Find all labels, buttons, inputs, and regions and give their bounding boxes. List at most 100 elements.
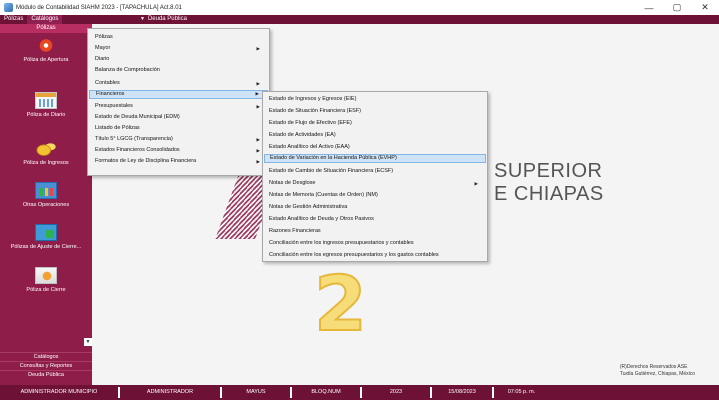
submenu-arrow-icon: ▶ bbox=[256, 81, 260, 86]
menu-item-label: Estado Analítico de Deuda y Otros Pasivo… bbox=[269, 216, 374, 222]
menu-catalogos[interactable]: Catálogos bbox=[27, 15, 63, 24]
menu-item[interactable]: Mayor ▶ bbox=[89, 44, 268, 53]
status-time: 07:05 p. m. bbox=[507, 389, 536, 395]
menu-item[interactable]: Formatos de Ley de Disciplina Financiera… bbox=[89, 157, 268, 166]
menu-item-label: Conciliación entre los egresos presupues… bbox=[269, 252, 439, 258]
menu-item[interactable]: Pólizas bbox=[89, 33, 268, 42]
menu-item[interactable]: Estado de Cambio de Situación Financiera… bbox=[264, 167, 486, 176]
sidebar-item-otras-operaciones[interactable]: Otras Operaciones bbox=[0, 179, 92, 223]
adjust-icon bbox=[35, 224, 57, 241]
sidebar-footer-consultas[interactable]: Consultas y Reportes bbox=[0, 361, 92, 370]
menu-item[interactable]: Estado de Deuda Municipal (EDM) bbox=[89, 113, 268, 122]
menu-deuda-publica-label: Deuda Pública bbox=[147, 16, 187, 22]
scroll-down-button[interactable]: ▼ bbox=[84, 338, 92, 346]
sidebar-item-ingresos[interactable]: Póliza de Ingresos bbox=[0, 137, 92, 181]
menu-item[interactable]: Estado Analítico de Deuda y Otros Pasivo… bbox=[264, 215, 486, 224]
status-numlock: BLOQ.NUM bbox=[311, 389, 341, 395]
menu-item-label: Estado de Cambio de Situación Financiera… bbox=[269, 168, 394, 174]
title-bar: Módulo de Contabilidad SIAHM 2023 - [TAP… bbox=[0, 0, 719, 15]
status-caps: MAYUS bbox=[246, 389, 266, 395]
menu-item-label: Mayor bbox=[95, 45, 111, 51]
menu-item-label: Notas de Gestión Administrativa bbox=[269, 204, 348, 210]
sidebar-item-label: Póliza de Cierre bbox=[26, 287, 66, 293]
menu-item-label: Conciliación entre los ingresos presupue… bbox=[269, 240, 414, 246]
menu-item[interactable]: Estados Financieros Consolidados ▶ bbox=[89, 146, 268, 155]
sidebar-item-cierre[interactable]: Póliza de Cierre bbox=[0, 264, 92, 308]
submenu-arrow-icon: ▶ bbox=[256, 159, 260, 164]
sidebar-item-diario[interactable]: Póliza de Diario bbox=[0, 89, 92, 133]
menu-bar: Pólizas Catálogos ▼ Deuda Pública bbox=[0, 15, 719, 24]
minimize-button[interactable]: — bbox=[635, 0, 663, 15]
menu-item-financieros[interactable]: Financieros ▶ bbox=[89, 90, 268, 99]
status-user: ADMINISTRADOR bbox=[146, 389, 194, 395]
window-controls: — ▢ ✕ bbox=[635, 0, 719, 15]
sidebar-item-label: Póliza de Ingresos bbox=[23, 160, 69, 166]
menu-item-label: Balanza de Comprobación bbox=[95, 67, 160, 73]
menu-item-label: Estado de Flujo de Efectivo (EFE) bbox=[269, 120, 352, 126]
submenu-arrow-icon: ▶ bbox=[474, 181, 478, 186]
chart-icon bbox=[35, 182, 57, 199]
menu-item[interactable]: Conciliación entre los egresos presupues… bbox=[264, 251, 486, 260]
submenu-arrow-icon: ▶ bbox=[256, 104, 260, 109]
menu-item-label: Estados Financieros Consolidados bbox=[95, 147, 180, 153]
menu-item[interactable]: Estado de Situación Financiera (ESF) bbox=[264, 107, 486, 116]
menu-item-label: Estado de Variación en la Hacienda Públi… bbox=[270, 155, 397, 161]
submenu-arrow-icon: ▶ bbox=[256, 46, 260, 51]
close-book-icon bbox=[35, 267, 57, 284]
menu-item[interactable]: Diario bbox=[89, 55, 268, 64]
sidebar-footer-deuda[interactable]: Deuda Pública bbox=[0, 370, 92, 379]
sidebar-item-ajuste-cierre[interactable]: Pólizas de Ajuste de Cierre... bbox=[0, 221, 92, 265]
menu-item[interactable]: Presupuestales ▶ bbox=[89, 102, 268, 111]
menu-item-evhp[interactable]: Estado de Variación en la Hacienda Públi… bbox=[264, 154, 486, 163]
menu-item-label: Financieros bbox=[96, 91, 125, 97]
submenu-arrow-icon: ▶ bbox=[256, 137, 260, 142]
menu-deuda-publica[interactable]: ▼ Deuda Pública bbox=[140, 15, 187, 24]
menu-item[interactable]: Estado de Flujo de Efectivo (EFE) bbox=[264, 119, 486, 128]
sidebar-item-label: Póliza de Apertura bbox=[23, 57, 69, 63]
copyright-line: (R)Derechos Reservados ASE bbox=[619, 364, 688, 370]
coins-icon bbox=[35, 140, 57, 157]
menu-item-label: Contables bbox=[95, 80, 120, 86]
submenu-arrow-icon: ▶ bbox=[255, 91, 259, 96]
menu-item[interactable]: Notas de Gestión Administrativa bbox=[264, 203, 486, 212]
menu-item[interactable]: Estado de Ingresos y Egresos (EIE) bbox=[264, 95, 486, 104]
menu-item-label: Pólizas bbox=[95, 34, 113, 40]
apertura-icon bbox=[35, 37, 57, 54]
sidebar-footer-catalogos[interactable]: Catálogos bbox=[0, 352, 92, 361]
menu-item-label: Diario bbox=[95, 56, 110, 62]
chevron-down-icon: ▼ bbox=[140, 16, 145, 22]
sidebar-item-apertura[interactable]: Póliza de Apertura bbox=[0, 34, 92, 78]
menu-item-label: Notas de Memoria (Cuentas de Orden) (NM) bbox=[269, 192, 378, 198]
menu-item-label: Estado de Deuda Municipal (EDM) bbox=[95, 114, 180, 120]
status-year: 2023 bbox=[389, 389, 403, 395]
menu-item[interactable]: Notas de Memoria (Cuentas de Orden) (NM) bbox=[264, 191, 486, 200]
status-bar: ADMINISTRADOR MUNICIPIO ADMINISTRADOR MA… bbox=[0, 385, 719, 400]
menu-item[interactable]: Conciliación entre los ingresos presupue… bbox=[264, 239, 486, 248]
close-button[interactable]: ✕ bbox=[691, 0, 719, 15]
window-title: Módulo de Contabilidad SIAHM 2023 - [TAP… bbox=[16, 4, 182, 11]
menu-item[interactable]: Razones Financieras bbox=[264, 227, 486, 236]
menu-item[interactable]: Estado de Actividades (EA) bbox=[264, 131, 486, 140]
menu-item[interactable]: Notas de Desglose ▶ bbox=[264, 179, 486, 188]
menu-item[interactable]: Estado Analítico del Activo (EAA) bbox=[264, 143, 486, 152]
financieros-submenu: Estado de Ingresos y Egresos (EIE) Estad… bbox=[262, 91, 488, 262]
sidebar-header[interactable]: Pólizas bbox=[0, 24, 92, 33]
menu-item[interactable]: Título 5° LGCG (Transparencia) ▶ bbox=[89, 135, 268, 144]
menu-item-label: Estado de Actividades (EA) bbox=[269, 132, 336, 138]
menu-item[interactable]: Contables ▶ bbox=[89, 79, 268, 88]
menu-polizas[interactable]: Pólizas bbox=[0, 15, 27, 24]
copyright-line: Tuxtla Gutiérrez, Chiapas, México bbox=[619, 371, 695, 377]
menu-item-label: Notas de Desglose bbox=[269, 180, 316, 186]
app-icon bbox=[4, 3, 13, 12]
reports-menu: Pólizas Mayor ▶ Diario Balanza de Comprob… bbox=[87, 28, 270, 176]
status-municipio: ADMINISTRADOR MUNICIPIO bbox=[20, 389, 98, 395]
sidebar-item-label: Póliza de Diario bbox=[26, 112, 66, 118]
menu-item-label: Estado Analítico del Activo (EAA) bbox=[269, 144, 350, 150]
menu-item-label: Título 5° LGCG (Transparencia) bbox=[95, 136, 173, 142]
sidebar: Pólizas Póliza de Apertura Póliza de Dia… bbox=[0, 24, 92, 385]
menu-item-label: Razones Financieras bbox=[269, 228, 321, 234]
menu-item[interactable]: Balanza de Comprobación bbox=[89, 66, 268, 75]
menu-item[interactable]: Listado de Pólizas bbox=[89, 124, 268, 133]
maximize-button[interactable]: ▢ bbox=[663, 0, 691, 15]
calendar-icon bbox=[35, 92, 57, 109]
